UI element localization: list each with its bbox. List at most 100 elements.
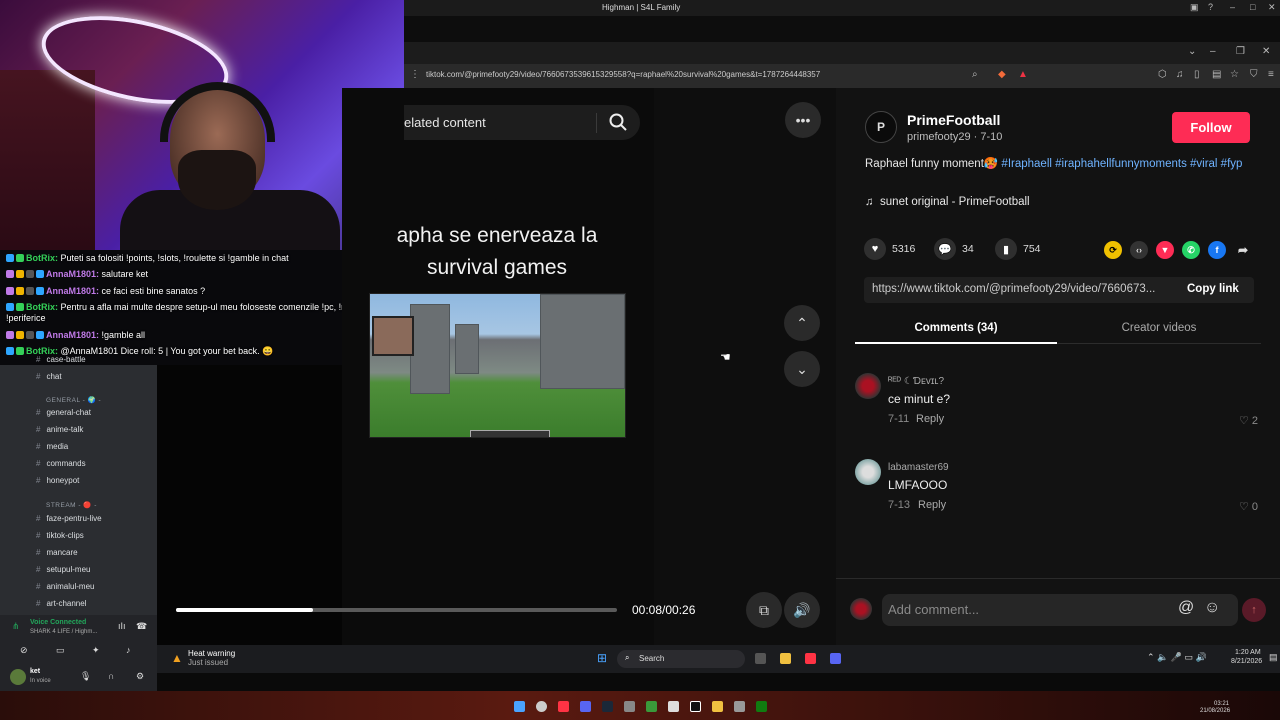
avatar[interactable] xyxy=(855,373,881,399)
voice-status[interactable]: Voice Connected xyxy=(30,619,86,626)
discord-icon[interactable] xyxy=(830,653,841,664)
search-input[interactable]: elated content xyxy=(404,115,486,130)
author-name[interactable]: PrimeFootball xyxy=(907,112,1000,128)
comment-user[interactable]: ᴿᴱᴰ ☾Ɗᴇᴠɪʟ? xyxy=(888,376,944,387)
extensions-icon[interactable]: ⬡ xyxy=(1158,69,1167,80)
folder-icon[interactable] xyxy=(712,701,723,712)
floating-player-button[interactable]: ⧉ xyxy=(746,592,782,628)
window-menu-icon[interactable]: ▣ xyxy=(1190,2,1199,13)
discord-icon[interactable] xyxy=(580,701,591,712)
whatsapp-icon[interactable]: ✆ xyxy=(1182,241,1200,259)
maximize-icon[interactable]: □ xyxy=(1250,2,1255,12)
avatar[interactable] xyxy=(850,598,872,620)
close-icon[interactable]: ✕ xyxy=(1268,2,1276,13)
settings-icon[interactable]: ⚙ xyxy=(136,671,144,682)
comment-like[interactable]: ♡ 0 xyxy=(1239,500,1258,513)
outer-clock-time[interactable]: 03:21 xyxy=(1214,701,1229,707)
emoji-icon[interactable]: ☺ xyxy=(1204,599,1220,617)
wallet-icon[interactable]: ▤ xyxy=(1212,69,1221,80)
rewards-icon[interactable]: ▲ xyxy=(1018,69,1028,80)
search-icon[interactable] xyxy=(608,112,628,132)
clock-date[interactable]: 8/21/2026 xyxy=(1231,658,1262,665)
like-icon[interactable]: ♥ xyxy=(864,238,886,260)
voice-channel[interactable]: SHARK 4 LIFE / Highm... xyxy=(30,629,97,635)
mention-icon[interactable]: @ xyxy=(1178,599,1194,617)
warning-sub[interactable]: Just issued xyxy=(188,658,228,667)
xbox-icon[interactable] xyxy=(756,701,767,712)
app-icon[interactable] xyxy=(668,701,679,712)
channel-animalul-meu[interactable]: # animalul-meu xyxy=(36,580,151,594)
task-view-icon[interactable] xyxy=(755,653,766,664)
address-bar[interactable]: ⋮ tiktok.com/@primefooty29/video/7660673… xyxy=(404,64,1280,88)
related-search-bar[interactable]: elated content xyxy=(404,105,640,140)
minimize-icon[interactable]: – xyxy=(1230,2,1235,12)
taskbar-search[interactable]: ⌕ Search xyxy=(617,650,745,668)
disconnect-icon[interactable]: ☎ xyxy=(136,621,147,632)
channel-art-channel[interactable]: # art-channel xyxy=(36,597,151,611)
brave-icon[interactable] xyxy=(805,653,816,664)
brave-icon[interactable] xyxy=(558,701,569,712)
vpn-icon[interactable]: ⛉ xyxy=(1250,69,1258,80)
channel-setupul-meu[interactable]: # setupul-meu xyxy=(36,563,151,577)
minimize-icon[interactable]: – xyxy=(1210,46,1216,57)
brave-shield-icon[interactable]: ◆ xyxy=(998,69,1006,80)
post-comment-button[interactable]: ↑ xyxy=(1242,598,1266,622)
share-icon[interactable]: ➦ xyxy=(1234,241,1252,259)
steam-icon[interactable] xyxy=(602,701,613,712)
outer-clock-date[interactable]: 21/08/2026 xyxy=(1200,708,1230,714)
menu-icon[interactable]: ≡ xyxy=(1268,69,1274,80)
reply-button[interactable]: Reply xyxy=(916,413,944,425)
avatar[interactable] xyxy=(855,459,881,485)
mic-icon[interactable]: 🎙 xyxy=(80,671,91,682)
zoom-icon[interactable]: ⌕ xyxy=(972,69,978,80)
url-text[interactable]: tiktok.com/@primefooty29/video/766067353… xyxy=(426,70,820,79)
repost-icon[interactable]: ⟳ xyxy=(1104,241,1122,259)
bookmark-icon[interactable]: ▮ xyxy=(995,238,1017,260)
camera-off-icon[interactable]: ⊘ xyxy=(20,645,28,656)
warning-title[interactable]: Heat warning xyxy=(188,649,235,658)
channel-faze-pentru-live[interactable]: # faze-pentru-live xyxy=(36,512,151,526)
channel-tiktok-clips[interactable]: # tiktok-clips xyxy=(36,529,151,543)
channel-chat[interactable]: # chat xyxy=(36,370,151,384)
windows-start-icon[interactable]: ⊞ xyxy=(597,651,607,665)
headphones-icon[interactable]: ∩ xyxy=(108,671,114,681)
activities-icon[interactable]: ✦ xyxy=(92,645,100,656)
comment-input-box[interactable]: Add comment... @ ☺ xyxy=(882,594,1238,626)
windows-start-icon[interactable] xyxy=(514,701,525,712)
soundboard-icon[interactable]: ♪ xyxy=(126,645,131,655)
video-progress-bar[interactable] xyxy=(176,608,617,612)
channel-anime-talk[interactable]: # anime-talk xyxy=(36,423,151,437)
channel-media[interactable]: # media xyxy=(36,440,151,454)
hashtags[interactable]: #Iraphaell #iraphahellfunnymoments #vira… xyxy=(1001,158,1242,170)
copy-link-button[interactable]: Copy link xyxy=(1187,283,1239,295)
channel-mancare[interactable]: # mancare xyxy=(36,546,151,560)
previous-video-button[interactable]: ⌃ xyxy=(784,305,820,341)
category-stream[interactable]: STREAM - 🔴 - xyxy=(46,501,97,509)
author-handle[interactable]: primefooty29 · 7-10 xyxy=(907,131,1002,143)
sidebar-icon[interactable]: ▯ xyxy=(1194,69,1200,80)
close-icon[interactable]: ✕ xyxy=(1262,46,1270,57)
video-link[interactable]: https://www.tiktok.com/@primefooty29/vid… xyxy=(872,283,1172,295)
avatar[interactable] xyxy=(10,669,26,685)
notification-icon[interactable]: ▤ xyxy=(1269,652,1278,663)
embed-icon[interactable]: ‹› xyxy=(1130,241,1148,259)
author-avatar[interactable]: P xyxy=(865,111,897,143)
chevron-down-icon[interactable]: ⌄ xyxy=(1188,46,1196,57)
tray-icons[interactable]: ⌃ 🔈 🎤 ▭ 🔊 xyxy=(1147,652,1207,663)
channel-commands[interactable]: # commands xyxy=(36,457,151,471)
comment-user[interactable]: labamaster69 xyxy=(888,462,949,473)
noise-icon[interactable]: ıIı xyxy=(118,621,126,631)
minecraft-icon[interactable] xyxy=(646,701,657,712)
facebook-icon[interactable]: f xyxy=(1208,241,1226,259)
video-frame[interactable] xyxy=(369,293,626,438)
screen-share-icon[interactable]: ▭ xyxy=(56,645,65,656)
category-general[interactable]: GENERAL - 🌍 - xyxy=(46,396,101,404)
help-icon[interactable]: ? xyxy=(1208,2,1213,12)
channel-honeypot[interactable]: # honeypot xyxy=(36,474,151,488)
x-icon[interactable] xyxy=(690,701,701,712)
restore-icon[interactable]: ❐ xyxy=(1236,46,1245,57)
app-icon[interactable] xyxy=(624,701,635,712)
bookmark-icon[interactable]: ☆ xyxy=(1230,69,1239,80)
sound-link[interactable]: ♫ sunet original - PrimeFootball xyxy=(865,196,1030,208)
search-icon[interactable] xyxy=(536,701,547,712)
